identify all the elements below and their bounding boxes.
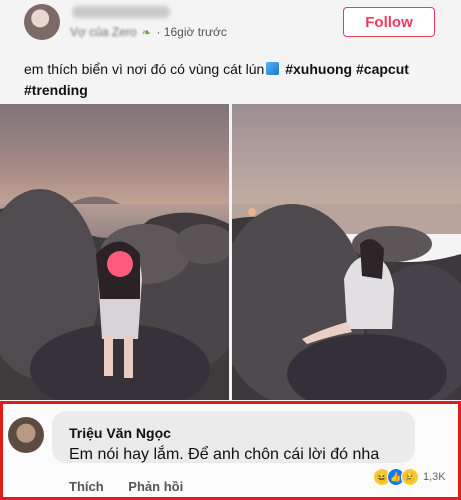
highlighted-comment: Triệu Văn Ngọc Em nói hay lắm. Để anh ch… bbox=[0, 401, 461, 500]
beach-photo-left bbox=[0, 104, 229, 400]
photo-left[interactable] bbox=[0, 104, 229, 400]
reply-button[interactable]: Phản hồi bbox=[128, 479, 183, 494]
meta-prefix: Vợ của Zero bbox=[70, 25, 137, 39]
author-name-blurred[interactable] bbox=[72, 6, 170, 18]
like-button[interactable]: Thích bbox=[69, 479, 104, 494]
author-avatar[interactable] bbox=[24, 4, 60, 40]
hashtag-trending[interactable]: #trending bbox=[24, 82, 88, 98]
post-meta: Vợ của Zero ❧ · 16giờ trước bbox=[70, 25, 227, 39]
post-card: Vợ của Zero ❧ · 16giờ trước Follow em th… bbox=[0, 0, 461, 400]
leaf-icon: ❧ bbox=[141, 27, 152, 39]
reaction-count: 1,3K bbox=[423, 471, 446, 483]
sad-reaction-icon: 😢 bbox=[401, 468, 419, 486]
comment-text: Em nói hay lắm. Để anh chôn cái lời đó n… bbox=[69, 446, 380, 463]
post-caption: em thích biển vì nơi đó có vùng cát lún … bbox=[24, 59, 444, 101]
caption-text: em thích biển vì nơi đó có vùng cát lún bbox=[24, 61, 265, 77]
photo-right[interactable] bbox=[232, 104, 461, 400]
beach-photo-right bbox=[232, 104, 461, 400]
comment-actions: Thích Phản hồi bbox=[69, 479, 204, 494]
commenter-name[interactable]: Triệu Văn Ngọc bbox=[69, 425, 171, 441]
commenter-avatar[interactable] bbox=[8, 417, 44, 453]
follow-button[interactable]: Follow bbox=[343, 7, 435, 37]
comment-reactions[interactable]: 😆 👍 😢 1,3K bbox=[373, 468, 446, 486]
hashtags[interactable]: #xuhuong #capcut bbox=[285, 61, 409, 77]
ice-cube-icon bbox=[266, 62, 280, 75]
post-time: · 16giờ trước bbox=[156, 25, 227, 39]
